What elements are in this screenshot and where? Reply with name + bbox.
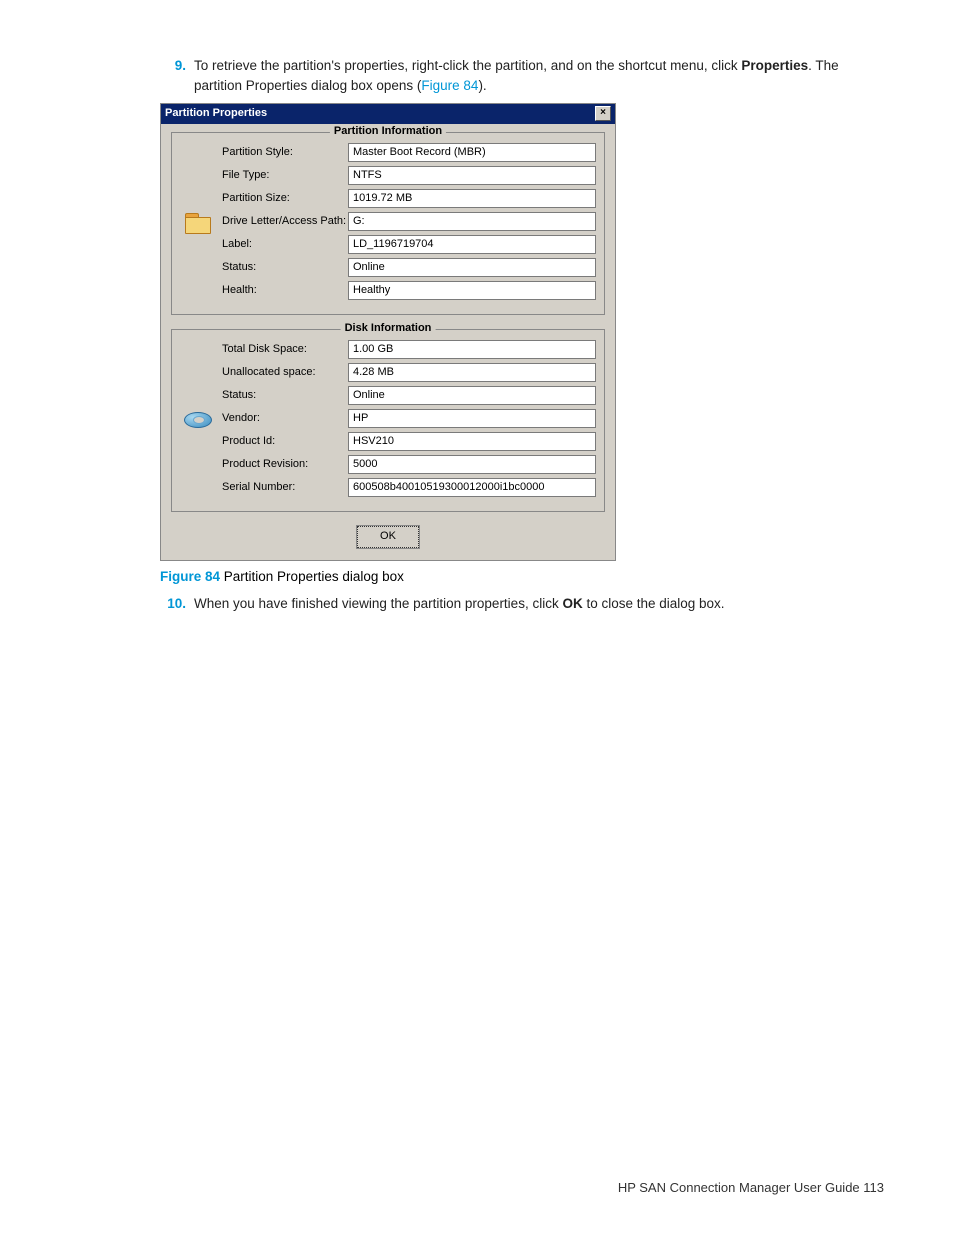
group-title: Disk Information xyxy=(341,322,436,334)
field-label: Vendor: xyxy=(222,412,348,424)
field-label: Partition Size: xyxy=(222,192,348,204)
step-text: To retrieve the partition's properties, … xyxy=(194,56,884,97)
field-value: LD_1196719704 xyxy=(348,235,596,254)
field-label: Total Disk Space: xyxy=(222,343,348,355)
partition-information-group: Partition Information Partition Style:Ma… xyxy=(171,132,605,315)
field-label: Status: xyxy=(222,389,348,401)
step-10: 10. When you have finished viewing the p… xyxy=(160,594,884,614)
step-text: When you have finished viewing the parti… xyxy=(194,594,884,614)
folder-icon xyxy=(180,213,216,233)
field-value: NTFS xyxy=(348,166,596,185)
field-value: 5000 xyxy=(348,455,596,474)
disk-icon xyxy=(180,412,216,428)
field-value: Online xyxy=(348,258,596,277)
group-title: Partition Information xyxy=(330,125,446,137)
text: to close the dialog box. xyxy=(583,596,725,611)
dialog-title: Partition Properties xyxy=(165,107,267,119)
disk-information-group: Disk Information Total Disk Space:1.00 G… xyxy=(171,329,605,512)
field-label: Unallocated space: xyxy=(222,366,348,378)
field-label: Label: xyxy=(222,238,348,250)
text: When you have finished viewing the parti… xyxy=(194,596,562,611)
bold: Properties xyxy=(741,58,808,73)
bold: OK xyxy=(562,596,582,611)
ok-button[interactable]: OK xyxy=(357,526,419,548)
field-value: HSV210 xyxy=(348,432,596,451)
dialog-titlebar: Partition Properties × xyxy=(161,104,615,124)
field-label: Drive Letter/Access Path: xyxy=(222,215,348,227)
field-value: 1.00 GB xyxy=(348,340,596,359)
figure-caption: Figure 84 Partition Properties dialog bo… xyxy=(160,569,884,584)
field-value: G: xyxy=(348,212,596,231)
field-value: 600508b40010519300012000i1bc0000 xyxy=(348,478,596,497)
step-9: 9. To retrieve the partition's propertie… xyxy=(160,56,884,97)
field-value: 4.28 MB xyxy=(348,363,596,382)
partition-properties-dialog: Partition Properties × Partition Informa… xyxy=(160,103,616,561)
step-number: 9. xyxy=(160,56,186,97)
field-value: HP xyxy=(348,409,596,428)
field-label: Partition Style: xyxy=(222,146,348,158)
caption-text: Partition Properties dialog box xyxy=(220,569,404,584)
field-value: 1019.72 MB xyxy=(348,189,596,208)
page-footer: HP SAN Connection Manager User Guide 113 xyxy=(618,1180,884,1195)
step-number: 10. xyxy=(160,594,186,614)
text: To retrieve the partition's properties, … xyxy=(194,58,741,73)
field-label: Health: xyxy=(222,284,348,296)
field-label: Product Revision: xyxy=(222,458,348,470)
text: ). xyxy=(478,78,486,93)
close-button[interactable]: × xyxy=(595,106,611,121)
figure-number: Figure 84 xyxy=(160,569,220,584)
figure-link[interactable]: Figure 84 xyxy=(421,78,478,93)
field-label: Serial Number: xyxy=(222,481,348,493)
field-value: Online xyxy=(348,386,596,405)
field-value: Healthy xyxy=(348,281,596,300)
field-label: Status: xyxy=(222,261,348,273)
field-label: Product Id: xyxy=(222,435,348,447)
field-label: File Type: xyxy=(222,169,348,181)
field-value: Master Boot Record (MBR) xyxy=(348,143,596,162)
